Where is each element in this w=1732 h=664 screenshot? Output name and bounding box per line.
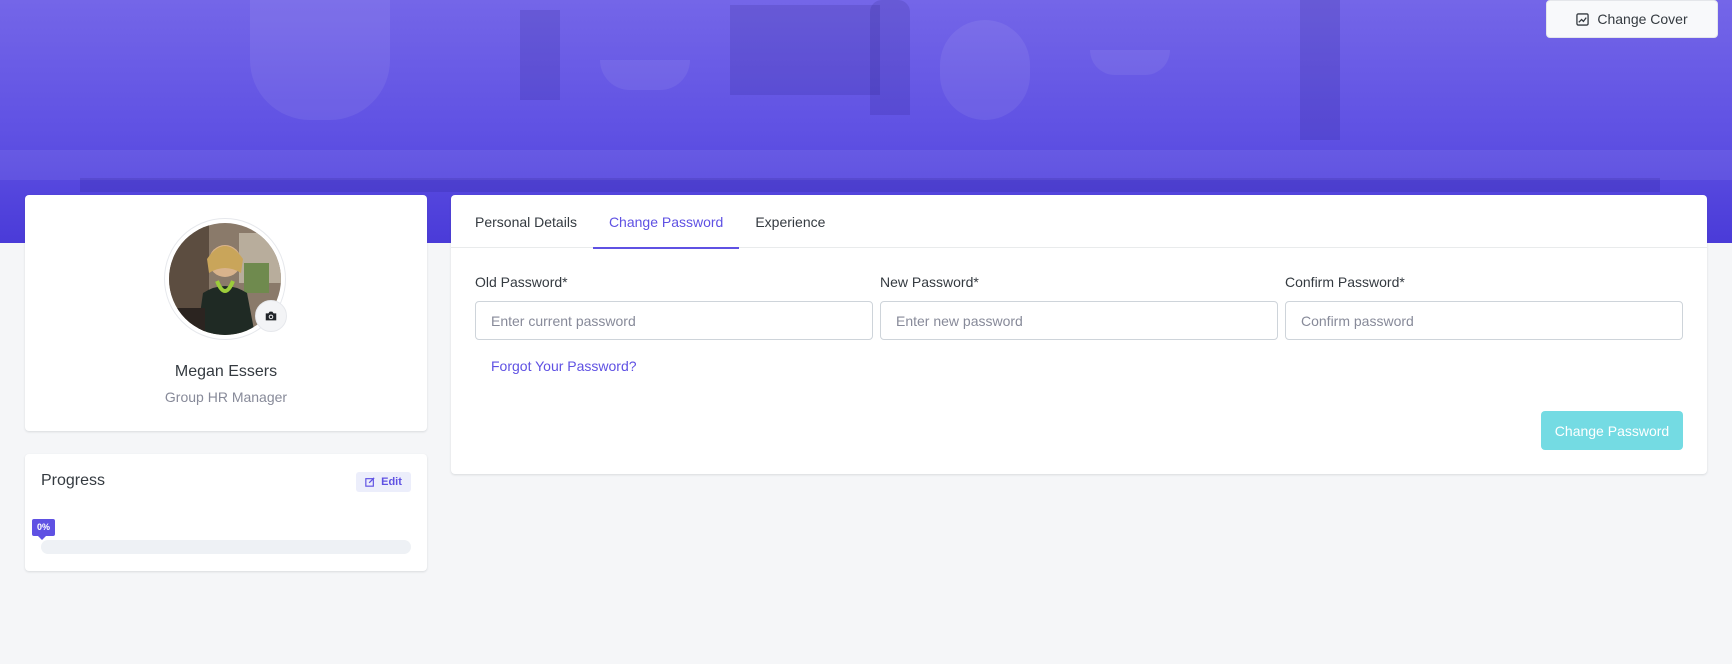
progress-card: Progress Edit 0% (25, 454, 427, 571)
progress-bar (41, 540, 411, 554)
progress-percent-badge: 0% (32, 519, 56, 540)
edit-progress-button[interactable]: Edit (356, 472, 411, 492)
profile-card: Megan Essers Group HR Manager (25, 195, 427, 431)
edit-icon (365, 477, 375, 487)
cover-decoration (940, 20, 1030, 120)
settings-card: Personal Details Change Password Experie… (451, 195, 1707, 474)
tab-experience[interactable]: Experience (739, 195, 841, 248)
settings-tabs: Personal Details Change Password Experie… (451, 195, 1707, 249)
confirm-password-field[interactable] (1285, 301, 1683, 340)
new-password-label: New Password* (880, 274, 979, 290)
progress-title: Progress (41, 472, 106, 489)
change-cover-label: Change Cover (1597, 11, 1688, 27)
cover-decoration (730, 5, 880, 95)
cover-decoration (520, 10, 560, 100)
cover-decoration (250, 0, 390, 120)
old-password-label: Old Password* (475, 274, 568, 290)
confirm-password-label: Confirm Password* (1285, 274, 1405, 290)
cover-decoration (1090, 50, 1170, 75)
new-password-field[interactable] (880, 301, 1278, 340)
edit-label: Edit (381, 476, 402, 488)
tab-personal-details[interactable]: Personal Details (459, 195, 593, 248)
cover-decoration (0, 150, 1732, 180)
cover-decoration (80, 178, 1660, 192)
image-edit-icon (1576, 12, 1590, 26)
cover-decoration (1300, 0, 1340, 140)
profile-role: Group HR Manager (164, 389, 288, 405)
change-password-button[interactable]: Change Password (1541, 411, 1683, 450)
profile-name: Megan Essers (174, 363, 278, 380)
change-avatar-button[interactable] (255, 300, 287, 332)
forgot-password-link[interactable]: Forgot Your Password? (491, 358, 637, 374)
tab-change-password[interactable]: Change Password (592, 195, 740, 249)
change-cover-button[interactable]: Change Cover (1546, 0, 1718, 38)
cover-decoration (870, 0, 910, 115)
old-password-field[interactable] (475, 301, 873, 340)
camera-icon (265, 311, 277, 321)
cover-decoration (600, 60, 690, 90)
